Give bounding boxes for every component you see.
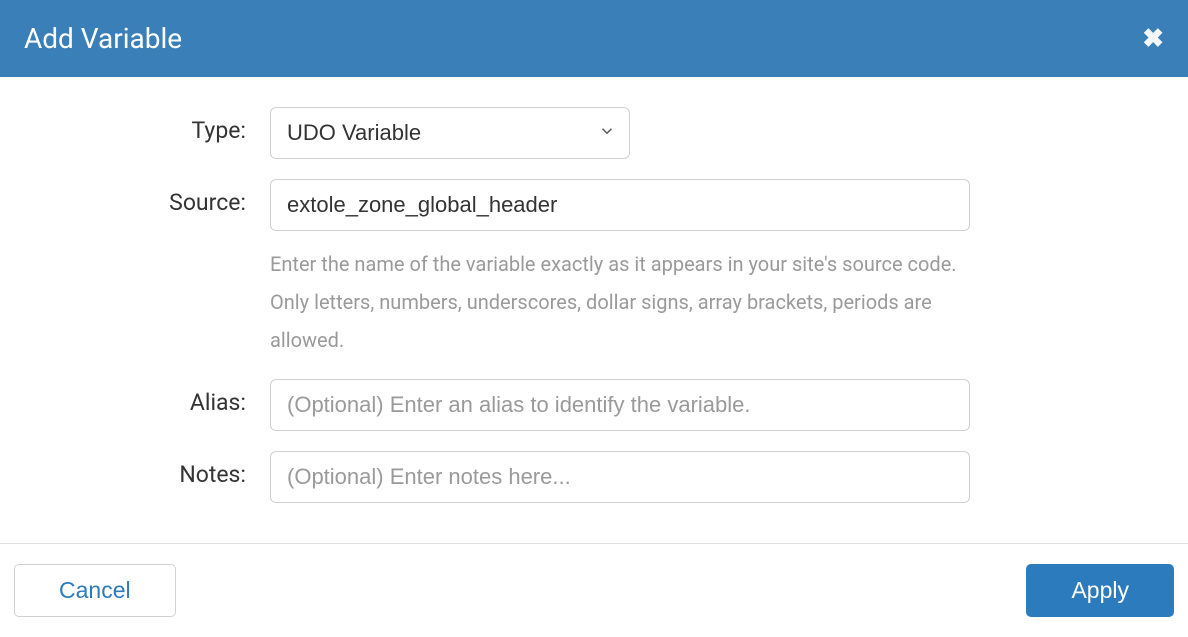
source-control-wrap: Enter the name of the variable exactly a…: [270, 179, 970, 359]
source-help-text: Enter the name of the variable exactly a…: [270, 245, 970, 359]
type-control-wrap: [270, 107, 970, 159]
type-label: Type:: [40, 107, 270, 144]
apply-button[interactable]: Apply: [1026, 564, 1174, 617]
alias-control-wrap: [270, 379, 970, 431]
close-icon[interactable]: ✖: [1142, 26, 1164, 52]
type-row: Type:: [40, 107, 1148, 159]
alias-input[interactable]: [270, 379, 970, 431]
notes-row: Notes:: [40, 451, 1148, 503]
type-select-wrap: [270, 107, 630, 159]
modal-title: Add Variable: [24, 22, 182, 55]
cancel-button[interactable]: Cancel: [14, 564, 176, 617]
source-input[interactable]: [270, 179, 970, 231]
notes-control-wrap: [270, 451, 970, 503]
notes-label: Notes:: [40, 451, 270, 488]
source-label: Source:: [40, 179, 270, 216]
modal-footer: Cancel Apply: [0, 543, 1188, 637]
alias-label: Alias:: [40, 379, 270, 416]
modal-header: Add Variable ✖: [0, 0, 1188, 77]
add-variable-modal: Add Variable ✖ Type: Source: Enter the n…: [0, 0, 1188, 637]
modal-body: Type: Source: Enter the name of the vari…: [0, 77, 1188, 543]
notes-input[interactable]: [270, 451, 970, 503]
source-row: Source: Enter the name of the variable e…: [40, 179, 1148, 359]
type-select[interactable]: [270, 107, 630, 159]
alias-row: Alias:: [40, 379, 1148, 431]
